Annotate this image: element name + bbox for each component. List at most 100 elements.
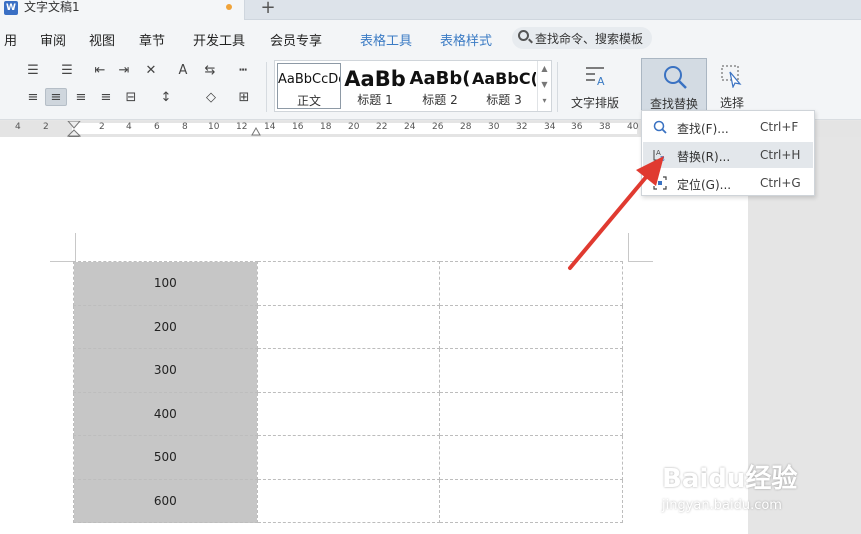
table-cell[interactable]: 600 bbox=[73, 478, 258, 523]
table-cell[interactable] bbox=[439, 391, 623, 436]
table-cell[interactable] bbox=[439, 478, 623, 523]
table-cell[interactable] bbox=[439, 435, 623, 480]
text-layout-icon: A bbox=[586, 67, 605, 88]
ruler-number: 18 bbox=[320, 122, 332, 132]
menu-item-view[interactable]: 视图 bbox=[89, 30, 115, 49]
new-tab-button[interactable]: + bbox=[258, 0, 278, 18]
menu-item-find[interactable]: 查找(F)... Ctrl+F bbox=[643, 114, 813, 140]
command-search-placeholder: 查找命令、搜索模板 bbox=[535, 32, 644, 46]
document-tab-title: 文字文稿1 bbox=[24, 0, 80, 14]
text-layout-button[interactable]: A 文字排版 bbox=[563, 58, 627, 112]
menu-item-review[interactable]: 审阅 bbox=[40, 30, 66, 49]
bullet-list-icon[interactable]: ☰ bbox=[22, 62, 44, 80]
style-heading-3[interactable]: AaBbC( 标题 3 bbox=[472, 63, 536, 109]
menu-item-goto-label: 定位(G)... bbox=[677, 178, 732, 192]
tab-stop-icon[interactable] bbox=[251, 127, 261, 137]
ruler-number: 30 bbox=[488, 122, 500, 132]
menu-item-developer[interactable]: 开发工具 bbox=[193, 30, 245, 49]
menu-item-table-tools[interactable]: 表格工具 bbox=[360, 30, 412, 49]
menu-item-table-style[interactable]: 表格样式 bbox=[440, 30, 492, 49]
magnifier-icon bbox=[664, 66, 687, 89]
numbered-list-icon[interactable]: ☰ bbox=[56, 62, 78, 80]
ruler-number: 34 bbox=[544, 122, 556, 132]
ruler-number: 2 bbox=[43, 122, 49, 132]
watermark-url: jingyan.baidu.com bbox=[662, 498, 782, 513]
select-button[interactable]: 选择 bbox=[712, 58, 752, 112]
baidu-watermark: Baidu经验 jingyan.baidu.com bbox=[662, 458, 852, 528]
ruler-number: 24 bbox=[404, 122, 416, 132]
toolbar-divider bbox=[557, 62, 558, 112]
table-cell[interactable] bbox=[256, 261, 441, 306]
styles-gallery-scroll[interactable]: ▲ ▼ ▾ bbox=[537, 61, 551, 111]
menu-item-member[interactable]: 会员专享 bbox=[270, 30, 322, 49]
style-heading-1-name: 标题 1 bbox=[357, 93, 393, 107]
annotation-arrow-icon bbox=[568, 156, 664, 270]
menu-item-find-label: 查找(F)... bbox=[677, 122, 729, 136]
table-row: 600 bbox=[73, 478, 623, 523]
table-cell[interactable]: 400 bbox=[73, 391, 258, 436]
toolbar-divider bbox=[266, 62, 267, 112]
table-row: 200 bbox=[73, 304, 623, 349]
align-center-icon[interactable]: ≡ bbox=[45, 88, 67, 106]
table-row: 500 bbox=[73, 435, 623, 480]
table-row: 100 bbox=[73, 261, 623, 306]
style-normal-preview: AaBbCcDd bbox=[278, 72, 341, 87]
table-cell[interactable] bbox=[256, 391, 441, 436]
style-heading-3-preview: AaBbC( bbox=[472, 69, 536, 88]
ruler-number: 28 bbox=[460, 122, 472, 132]
table-cell[interactable]: 500 bbox=[73, 435, 258, 480]
document-tab-bar: W 文字文稿1 + bbox=[0, 0, 861, 20]
svg-text:A: A bbox=[597, 75, 605, 88]
search-icon bbox=[518, 30, 529, 41]
borders-icon[interactable]: ⊞ bbox=[233, 89, 255, 107]
ruler-number: 40 bbox=[627, 122, 639, 132]
ruler-number: 12 bbox=[236, 122, 248, 132]
show-marks-icon[interactable]: ┅ bbox=[232, 62, 254, 80]
table-cell[interactable] bbox=[439, 304, 623, 349]
table-cell[interactable] bbox=[256, 435, 441, 480]
command-search-box[interactable]: 查找命令、搜索模板 bbox=[512, 27, 652, 49]
sort-icon[interactable]: ⇆ bbox=[199, 62, 221, 80]
table-cell[interactable] bbox=[256, 348, 441, 393]
align-right-icon[interactable]: ≡ bbox=[70, 89, 92, 107]
table-cell[interactable]: 300 bbox=[73, 348, 258, 393]
page-corner-mark bbox=[50, 261, 75, 262]
menu-item-insert[interactable]: 用 bbox=[4, 30, 17, 49]
watermark-brand: Baidu经验 bbox=[662, 464, 798, 494]
ruler-number: 38 bbox=[599, 122, 611, 132]
decrease-indent-icon[interactable]: ⇤ bbox=[89, 62, 111, 80]
table-row: 400 bbox=[73, 391, 623, 436]
style-heading-1[interactable]: AaBb 标题 1 bbox=[343, 63, 407, 109]
ruler-number: 20 bbox=[348, 122, 360, 132]
text-layout-label: 文字排版 bbox=[570, 96, 619, 110]
table-cell[interactable]: 100 bbox=[73, 261, 258, 306]
table-cell[interactable] bbox=[256, 304, 441, 349]
align-left-icon[interactable]: ≡ bbox=[22, 89, 44, 107]
page-corner-mark bbox=[75, 233, 76, 261]
distributed-align-icon[interactable]: ⊟ bbox=[120, 89, 142, 107]
style-heading-2-preview: AaBb( bbox=[409, 68, 471, 89]
table-cell[interactable] bbox=[256, 478, 441, 523]
menu-item-find-shortcut: Ctrl+F bbox=[760, 120, 799, 134]
style-heading-1-preview: AaBb bbox=[344, 67, 406, 91]
ruler-number: 2 bbox=[99, 122, 105, 132]
find-replace-button[interactable]: 查找替换 bbox=[641, 58, 707, 112]
table-cell[interactable] bbox=[439, 348, 623, 393]
style-heading-2-name: 标题 2 bbox=[422, 93, 458, 107]
menu-item-chapter[interactable]: 章节 bbox=[139, 30, 165, 49]
chinese-layout-icon[interactable]: ✕ bbox=[140, 62, 162, 80]
line-spacing-icon[interactable]: ↕ bbox=[155, 89, 177, 107]
text-direction-icon[interactable]: A bbox=[172, 62, 194, 80]
style-normal[interactable]: AaBbCcDd 正文 bbox=[277, 63, 341, 109]
document-tab[interactable]: W 文字文稿1 bbox=[0, 0, 245, 20]
shading-icon[interactable]: ◇ bbox=[200, 89, 222, 107]
justify-icon[interactable]: ≡ bbox=[95, 89, 117, 107]
data-table: 100 200 300 400 500 600 bbox=[73, 261, 623, 523]
ruler-number: 10 bbox=[208, 122, 220, 132]
table-cell[interactable]: 200 bbox=[73, 304, 258, 349]
increase-indent-icon[interactable]: ⇥ bbox=[113, 62, 135, 80]
select-label: 选择 bbox=[719, 96, 744, 110]
style-heading-2[interactable]: AaBb( 标题 2 bbox=[408, 63, 472, 109]
ruler-number: 16 bbox=[292, 122, 304, 132]
ruler-number: 14 bbox=[264, 122, 276, 132]
